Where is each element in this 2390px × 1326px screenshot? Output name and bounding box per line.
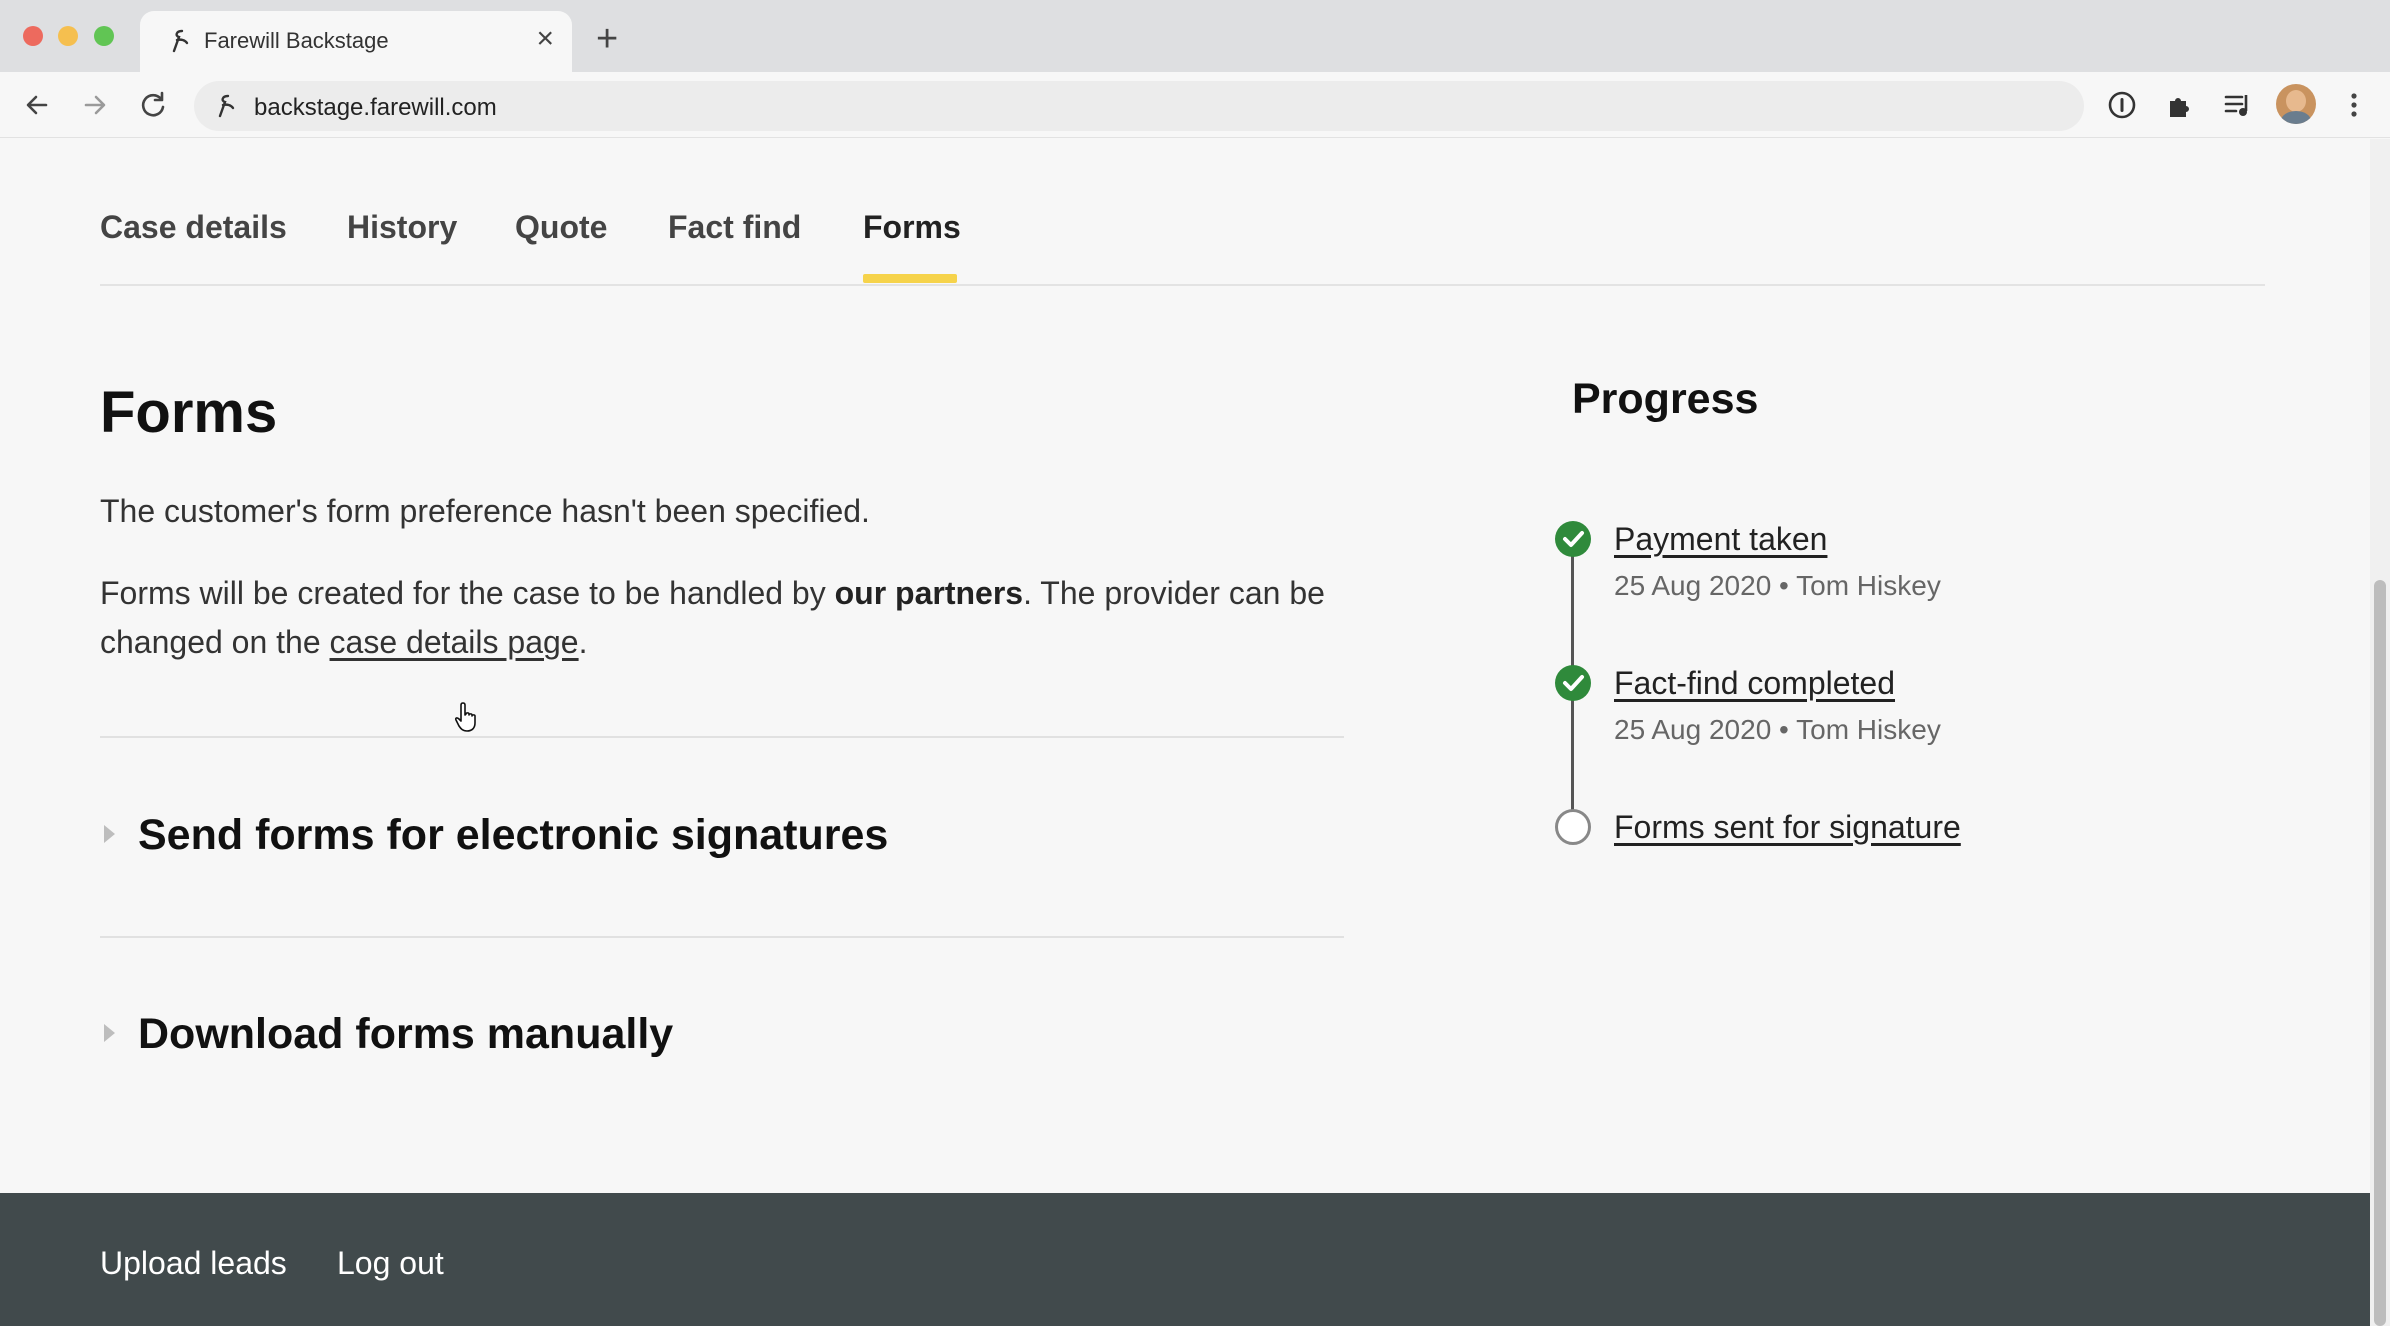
media-queue-icon[interactable] (2222, 89, 2254, 121)
address-bar[interactable]: backstage.farewill.com (194, 81, 2084, 131)
profile-avatar[interactable] (2276, 84, 2316, 124)
upload-leads-link[interactable]: Upload leads (100, 1245, 287, 1282)
tab-case-details[interactable]: Case details (100, 209, 287, 246)
forward-arrow-icon[interactable] (78, 88, 112, 122)
hand-cursor-icon (454, 702, 476, 732)
password-manager-icon[interactable] (2106, 89, 2138, 121)
extensions-puzzle-icon[interactable] (2164, 89, 2196, 121)
check-circle-icon (1555, 521, 1591, 557)
scrollbar-thumb[interactable] (2374, 580, 2386, 1326)
tabs-divider (100, 284, 2265, 286)
tab-history[interactable]: History (347, 209, 457, 246)
check-circle-icon (1555, 665, 1591, 701)
footer: Upload leads Log out (0, 1193, 2370, 1326)
site-favicon-icon (218, 94, 235, 118)
step-forms-sent-link[interactable]: Forms sent for signature (1614, 809, 1961, 846)
close-window-button[interactable] (23, 26, 43, 46)
caret-right-icon (104, 1024, 115, 1042)
partners-bold: our partners (834, 575, 1024, 611)
more-menu-icon[interactable] (2338, 89, 2370, 121)
back-arrow-icon[interactable] (20, 88, 54, 122)
accordion-label: Download forms manually (138, 1010, 674, 1058)
case-details-link[interactable]: case details page (330, 624, 579, 660)
new-tab-icon[interactable]: + (596, 20, 618, 58)
step-meta: 25 Aug 2020 • Tom Hiskey (1614, 570, 1941, 601)
page-title: Forms (100, 380, 278, 445)
step-fact-find-completed-link[interactable]: Fact-find completed (1614, 665, 1895, 702)
browser-tab-strip: Farewill Backstage × + (0, 0, 2390, 72)
tab-title: Farewill Backstage (204, 28, 389, 53)
minimize-window-button[interactable] (58, 26, 78, 46)
partners-text: Forms will be created for the case to be… (100, 575, 1325, 660)
section-divider (100, 736, 1344, 738)
progress-title: Progress (1572, 375, 1759, 423)
accordion-label: Send forms for electronic signatures (138, 811, 889, 859)
empty-circle-icon (1555, 809, 1591, 845)
form-preference-text: The customer's form preference hasn't be… (100, 493, 870, 529)
maximize-window-button[interactable] (94, 26, 114, 46)
browser-tab[interactable]: Farewill Backstage × (140, 11, 572, 72)
active-tab-indicator (863, 274, 957, 283)
page-content: Case details History Quote Fact find For… (0, 139, 2370, 1326)
tab-forms[interactable]: Forms (863, 209, 961, 246)
tab-fact-find[interactable]: Fact find (668, 209, 801, 246)
browser-toolbar: backstage.farewill.com (0, 72, 2390, 138)
url-text: backstage.farewill.com (254, 94, 497, 121)
step-payment-taken-link[interactable]: Payment taken (1614, 521, 1827, 558)
log-out-link[interactable]: Log out (337, 1245, 444, 1282)
step-meta: 25 Aug 2020 • Tom Hiskey (1614, 714, 1941, 745)
section-divider (100, 936, 1344, 938)
caret-right-icon (104, 825, 115, 843)
close-tab-icon[interactable]: × (536, 24, 554, 54)
farewill-logo-icon (172, 29, 189, 53)
reload-icon[interactable] (136, 88, 170, 122)
tab-quote[interactable]: Quote (515, 209, 607, 246)
